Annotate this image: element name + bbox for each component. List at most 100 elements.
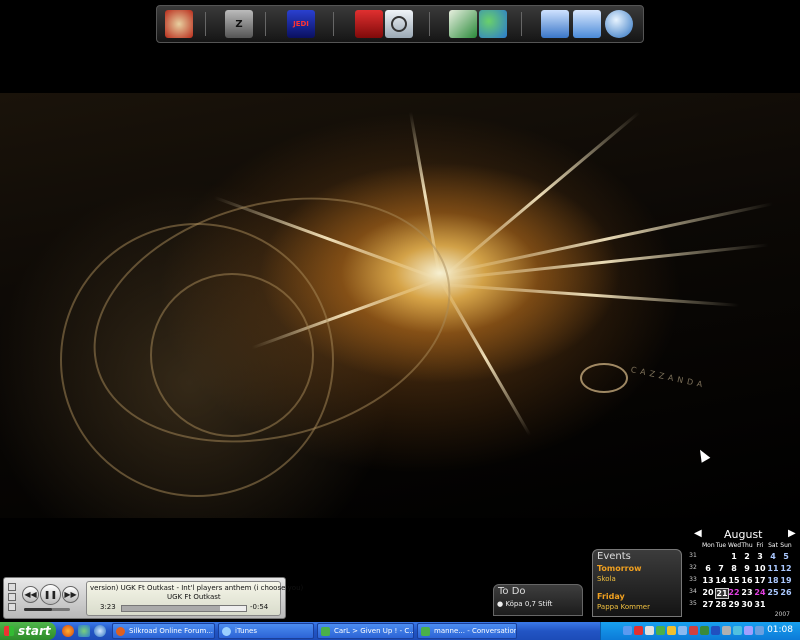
globe-icon[interactable] bbox=[605, 10, 633, 38]
computer-icon[interactable] bbox=[573, 10, 601, 38]
weekday-label: Tue bbox=[715, 542, 727, 549]
calendar-day[interactable]: 12 bbox=[780, 564, 792, 573]
calendar-day[interactable]: 29 bbox=[728, 600, 740, 609]
calendar-day[interactable]: 27 bbox=[702, 600, 714, 609]
calendar-day[interactable]: 15 bbox=[728, 576, 740, 585]
bluetooth-icon[interactable] bbox=[711, 626, 720, 635]
event-what: Skola bbox=[597, 575, 616, 583]
firefox-icon[interactable] bbox=[62, 625, 74, 637]
pause-button[interactable]: ❚❚ bbox=[40, 584, 61, 605]
previous-button[interactable]: ◀◀ bbox=[22, 586, 39, 603]
clock-icon[interactable] bbox=[755, 626, 764, 635]
update-icon[interactable] bbox=[667, 626, 676, 635]
taskbar-button-itunes[interactable]: iTunes bbox=[218, 623, 314, 639]
firefox-icon bbox=[116, 627, 125, 636]
calendar-day[interactable]: 23 bbox=[741, 588, 753, 597]
todo-item[interactable]: ● Köpa 0,7 Stift bbox=[497, 600, 552, 608]
volume-icon[interactable] bbox=[645, 626, 654, 635]
calendar-day[interactable]: 13 bbox=[702, 576, 714, 585]
week-number: 34 bbox=[689, 588, 697, 595]
weekday-label: Fri bbox=[756, 542, 764, 549]
messenger-icon[interactable] bbox=[656, 626, 665, 635]
weekday-label: Mon bbox=[702, 542, 715, 549]
calendar-day[interactable]: 6 bbox=[702, 564, 714, 573]
zeta-icon[interactable]: Z bbox=[225, 10, 253, 38]
calendar-day[interactable]: 9 bbox=[741, 564, 753, 573]
calendar-day[interactable]: 31 bbox=[754, 600, 766, 609]
weekday-label: Sat bbox=[768, 542, 778, 549]
calendar-day[interactable]: 30 bbox=[741, 600, 753, 609]
taskbar-button-chat-manne[interactable]: manne... - Conversation bbox=[417, 623, 517, 639]
taskbar-button-chat-carl[interactable]: CarL > Given Up ! - C... bbox=[317, 623, 414, 639]
calendar-day[interactable]: 22 bbox=[728, 588, 740, 597]
dock-separator bbox=[205, 12, 206, 36]
volume-slider[interactable] bbox=[24, 608, 70, 611]
windows-flag-icon bbox=[4, 626, 14, 636]
weekday-label: Wed bbox=[728, 542, 742, 549]
player-mode-button[interactable] bbox=[8, 593, 16, 601]
next-button[interactable]: ▶▶ bbox=[62, 586, 79, 603]
calendar-day[interactable]: 20 bbox=[702, 588, 714, 597]
security-icon[interactable] bbox=[689, 626, 698, 635]
calendar-day[interactable]: 2 bbox=[741, 552, 753, 561]
taskbar-button-label: manne... - Conversation bbox=[434, 627, 517, 635]
taskbar: start Silkroad Online Forum... iTunes Ca… bbox=[0, 622, 800, 640]
calendar-day[interactable]: 5 bbox=[780, 552, 792, 561]
messenger-icon[interactable] bbox=[479, 10, 507, 38]
calendar-day[interactable]: 11 bbox=[767, 564, 779, 573]
taskbar-button-label: Silkroad Online Forum... bbox=[129, 627, 214, 635]
calendar-day[interactable]: 4 bbox=[767, 552, 779, 561]
launcher-dock: Z JEDI bbox=[156, 5, 644, 43]
calendar-day[interactable]: 1 bbox=[728, 552, 740, 561]
silkroad-icon[interactable] bbox=[165, 10, 193, 38]
calendar-week-row: 35 27 28 29 30 31 bbox=[688, 600, 798, 610]
calendar-day[interactable]: 21 bbox=[715, 588, 729, 599]
start-button[interactable]: start bbox=[0, 622, 56, 640]
calendar-day[interactable]: 28 bbox=[715, 600, 727, 609]
weekday-label: Thu bbox=[741, 542, 753, 549]
calendar-day[interactable]: 17 bbox=[754, 576, 766, 585]
sync-icon[interactable] bbox=[733, 626, 742, 635]
previous-month-arrow[interactable]: ◀ bbox=[694, 528, 702, 539]
remaining-time: -0:54 bbox=[250, 603, 269, 611]
jedi-icon[interactable]: JEDI bbox=[287, 10, 315, 38]
calendar-day[interactable]: 18 bbox=[767, 576, 779, 585]
calendar-day[interactable]: 16 bbox=[741, 576, 753, 585]
player-close-button[interactable] bbox=[8, 603, 16, 611]
calendar-day[interactable]: 7 bbox=[715, 564, 727, 573]
speaker-icon[interactable] bbox=[385, 10, 413, 38]
documents-icon[interactable] bbox=[541, 10, 569, 38]
calendar-day[interactable]: 26 bbox=[780, 588, 792, 597]
globe-icon[interactable] bbox=[94, 625, 106, 637]
events-title: Events bbox=[597, 551, 631, 562]
quill-icon[interactable] bbox=[449, 10, 477, 38]
week-number: 31 bbox=[689, 552, 697, 559]
acrobat-icon[interactable] bbox=[355, 10, 383, 38]
player-menu-button[interactable] bbox=[8, 583, 16, 591]
calendar-day[interactable]: 8 bbox=[728, 564, 740, 573]
calendar-day[interactable]: 24 bbox=[754, 588, 766, 597]
calendar-day[interactable]: 14 bbox=[715, 576, 727, 585]
firewall-icon[interactable] bbox=[700, 626, 709, 635]
calendar-day[interactable]: 19 bbox=[780, 576, 792, 585]
network-icon[interactable] bbox=[623, 626, 632, 635]
printer-icon[interactable] bbox=[722, 626, 731, 635]
calendar-week-row: 31 1 2 3 4 5 bbox=[688, 552, 798, 562]
calendar-day[interactable]: 25 bbox=[767, 588, 779, 597]
event-what: Pappa Kommer bbox=[597, 603, 650, 611]
calendar-day[interactable]: 3 bbox=[754, 552, 766, 561]
track-artist: UGK Ft Outkast bbox=[167, 593, 221, 601]
messenger-icon[interactable] bbox=[78, 625, 90, 637]
next-month-arrow[interactable]: ▶ bbox=[788, 528, 796, 539]
week-number: 33 bbox=[689, 576, 697, 583]
shield-icon[interactable] bbox=[744, 626, 753, 635]
taskbar-button-forum[interactable]: Silkroad Online Forum... bbox=[112, 623, 215, 639]
antivirus-icon[interactable] bbox=[634, 626, 643, 635]
display-icon[interactable] bbox=[678, 626, 687, 635]
calendar-gadget: ◀ August ▶ Mon Tue Wed Thu Fri Sat Sun 31 1 2 3 4 5… bbox=[688, 526, 798, 620]
progress-bar[interactable] bbox=[121, 605, 247, 612]
calendar-day[interactable]: 10 bbox=[754, 564, 766, 573]
messenger-icon bbox=[421, 627, 430, 636]
weekday-label: Sun bbox=[780, 542, 792, 549]
week-number: 35 bbox=[689, 600, 697, 607]
